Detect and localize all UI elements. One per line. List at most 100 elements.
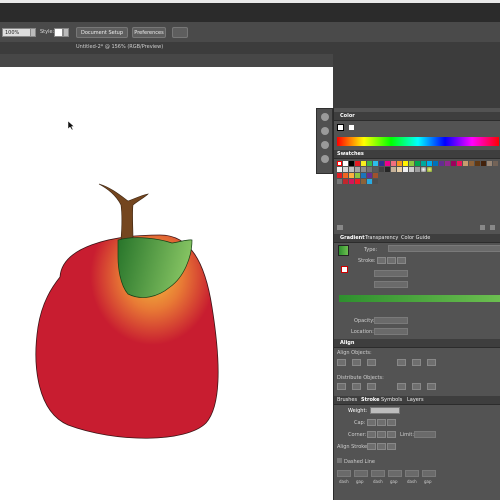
- align-vertical-center-icon[interactable]: [412, 359, 421, 366]
- dashed-line-checkbox[interactable]: [337, 458, 342, 463]
- swatch[interactable]: [403, 167, 408, 172]
- swatch[interactable]: [427, 167, 432, 172]
- swatch[interactable]: [379, 167, 384, 172]
- swatch[interactable]: [337, 167, 342, 172]
- swatch[interactable]: [343, 167, 348, 172]
- swatch[interactable]: [409, 167, 414, 172]
- tab-gradient[interactable]: Gradient: [340, 235, 365, 241]
- color-spectrum[interactable]: [337, 137, 499, 146]
- dash-field-3[interactable]: [405, 470, 419, 477]
- round-join-icon[interactable]: [377, 431, 386, 438]
- swatch[interactable]: [439, 161, 444, 166]
- swatch[interactable]: [433, 161, 438, 166]
- color-panel-icon[interactable]: [321, 113, 329, 121]
- dash-field-2[interactable]: [371, 470, 385, 477]
- align-top-icon[interactable]: [397, 359, 406, 366]
- gap-field-2[interactable]: [388, 470, 402, 477]
- swatch[interactable]: [481, 161, 486, 166]
- swatch[interactable]: [361, 179, 366, 184]
- gradient-slider-bar[interactable]: [339, 295, 500, 302]
- swatch[interactable]: [355, 161, 360, 166]
- document-tab-title[interactable]: Untitled-2* @ 156% (RGB/Preview): [76, 44, 163, 50]
- gradient-angle-field[interactable]: [374, 270, 408, 277]
- swatch[interactable]: [397, 167, 402, 172]
- gap-field-1[interactable]: [354, 470, 368, 477]
- dash-field-1[interactable]: [337, 470, 351, 477]
- swatch[interactable]: [349, 167, 354, 172]
- swatch[interactable]: [451, 161, 456, 166]
- style-dropdown-chevron-icon[interactable]: [63, 28, 69, 37]
- align-right-icon[interactable]: [367, 359, 376, 366]
- arrange-documents-icon[interactable]: [172, 27, 188, 38]
- swatch[interactable]: [391, 167, 396, 172]
- zoom-dropdown-chevron-icon[interactable]: [30, 28, 36, 37]
- stroke-gradient-across-icon[interactable]: [397, 257, 406, 264]
- tab-color-guide[interactable]: Color Guide: [401, 235, 430, 241]
- miter-join-icon[interactable]: [367, 431, 376, 438]
- swatch[interactable]: [355, 179, 360, 184]
- swatch[interactable]: [349, 161, 354, 166]
- swatch[interactable]: [421, 167, 426, 172]
- appearance-icon[interactable]: [321, 141, 329, 149]
- swatch[interactable]: [349, 179, 354, 184]
- distribute-right-icon[interactable]: [427, 383, 436, 390]
- swatch[interactable]: [361, 161, 366, 166]
- swatch[interactable]: [367, 173, 372, 178]
- swatch[interactable]: [379, 161, 384, 166]
- gradient-opacity-field[interactable]: [374, 317, 408, 324]
- swatch[interactable]: [349, 173, 354, 178]
- tab-stroke[interactable]: Stroke: [361, 397, 379, 403]
- swatch[interactable]: [427, 161, 432, 166]
- stroke-gradient-along-icon[interactable]: [387, 257, 396, 264]
- align-stroke-outside-icon[interactable]: [387, 443, 396, 450]
- swatch[interactable]: [361, 173, 366, 178]
- delete-swatch-icon[interactable]: [490, 225, 495, 230]
- align-panel-title[interactable]: Align: [340, 340, 354, 346]
- gradient-type-select[interactable]: [388, 245, 500, 252]
- tab-layers[interactable]: Layers: [407, 397, 424, 403]
- swatch[interactable]: [385, 161, 390, 166]
- distribute-left-icon[interactable]: [397, 383, 406, 390]
- swatch[interactable]: [487, 161, 492, 166]
- align-stroke-inside-icon[interactable]: [377, 443, 386, 450]
- swatch[interactable]: [445, 161, 450, 166]
- swatches-panel-title[interactable]: Swatches: [337, 151, 364, 157]
- align-stroke-center-icon[interactable]: [367, 443, 376, 450]
- swatch[interactable]: [373, 161, 378, 166]
- color-guide-icon[interactable]: [321, 127, 329, 135]
- align-left-icon[interactable]: [337, 359, 346, 366]
- gradient-fill-stroke-icon[interactable]: [341, 266, 348, 273]
- gradient-aspect-field[interactable]: [374, 281, 408, 288]
- swatch[interactable]: [373, 167, 378, 172]
- stroke-weight-field[interactable]: [370, 407, 400, 414]
- swatch[interactable]: [385, 167, 390, 172]
- swatch[interactable]: [361, 167, 366, 172]
- swatch-grid[interactable]: [337, 161, 500, 189]
- swatch[interactable]: [415, 161, 420, 166]
- tab-symbols[interactable]: Symbols: [381, 397, 402, 403]
- swatch[interactable]: [475, 161, 480, 166]
- layers-icon[interactable]: [321, 155, 329, 163]
- swatch[interactable]: [409, 161, 414, 166]
- swatch[interactable]: [463, 161, 468, 166]
- new-swatch-icon[interactable]: [480, 225, 485, 230]
- swatch[interactable]: [337, 173, 342, 178]
- align-bottom-icon[interactable]: [427, 359, 436, 366]
- swatch[interactable]: [343, 179, 348, 184]
- swatch[interactable]: [337, 179, 342, 184]
- swatch[interactable]: [367, 179, 372, 184]
- swatch[interactable]: [343, 173, 348, 178]
- tab-brushes[interactable]: Brushes: [337, 397, 357, 403]
- distribute-bottom-icon[interactable]: [367, 383, 376, 390]
- distribute-horizontal-center-icon[interactable]: [412, 383, 421, 390]
- round-cap-icon[interactable]: [377, 419, 386, 426]
- swatch[interactable]: [469, 161, 474, 166]
- stroke-swatch[interactable]: [349, 125, 354, 130]
- swatch[interactable]: [415, 167, 420, 172]
- style-swatch[interactable]: [54, 28, 63, 37]
- bevel-join-icon[interactable]: [387, 431, 396, 438]
- apple-artwork[interactable]: [0, 67, 333, 500]
- swatch[interactable]: [355, 167, 360, 172]
- swatch[interactable]: [337, 161, 342, 166]
- swatch[interactable]: [493, 161, 498, 166]
